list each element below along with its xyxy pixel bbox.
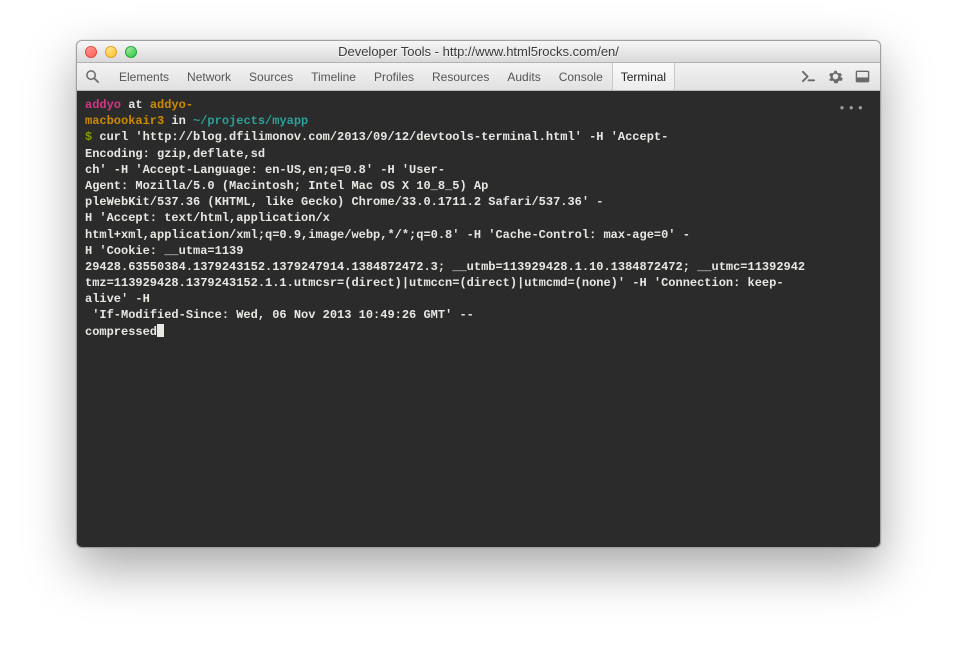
- tab-resources[interactable]: Resources: [423, 63, 498, 90]
- prompt-line-1: addyo at addyo-: [85, 97, 872, 113]
- tab-sources[interactable]: Sources: [240, 63, 302, 90]
- tab-network[interactable]: Network: [178, 63, 240, 90]
- tab-profiles[interactable]: Profiles: [365, 63, 423, 90]
- devtools-tabs: Elements Network Sources Timeline Profil…: [110, 63, 675, 90]
- titlebar[interactable]: Developer Tools - http://www.html5rocks.…: [77, 41, 880, 63]
- tab-timeline[interactable]: Timeline: [302, 63, 365, 90]
- close-button[interactable]: [85, 46, 97, 58]
- terminal-text: Agent: Mozilla/5.0 (Macintosh; Intel Mac…: [85, 178, 872, 194]
- overflow-menu-button[interactable]: •••: [838, 101, 866, 117]
- terminal-text: 'If-Modified-Since: Wed, 06 Nov 2013 10:…: [85, 307, 872, 323]
- search-button[interactable]: [77, 63, 110, 90]
- terminal-text: H 'Cookie: __utma=1139: [85, 243, 872, 259]
- prompt-line-2: macbookair3 in ~/projects/myapp: [85, 113, 872, 129]
- dock-button[interactable]: [855, 69, 870, 84]
- terminal-text: curl 'http://blog.dfilimonov.com/2013/09…: [99, 130, 668, 144]
- zoom-button[interactable]: [125, 46, 137, 58]
- terminal-panel[interactable]: ••• addyo at addyo- macbookair3 in ~/pro…: [77, 91, 880, 547]
- tab-elements[interactable]: Elements: [110, 63, 178, 90]
- window-title: Developer Tools - http://www.html5rocks.…: [77, 44, 880, 59]
- devtools-toolbar: Elements Network Sources Timeline Profil…: [77, 63, 880, 91]
- search-icon: [85, 69, 100, 84]
- tab-terminal[interactable]: Terminal: [612, 63, 675, 90]
- prompt-in: in: [164, 114, 193, 128]
- prompt-user: addyo: [85, 98, 121, 112]
- terminal-text: Encoding: gzip,deflate,sd: [85, 146, 872, 162]
- terminal-last-line: compressed: [85, 324, 872, 340]
- terminal-text: ch' -H 'Accept-Language: en-US,en;q=0.8'…: [85, 162, 872, 178]
- cursor-icon: [157, 324, 164, 337]
- prompt-symbol: $: [85, 130, 99, 144]
- show-console-button[interactable]: [801, 69, 816, 84]
- prompt-host2: macbookair3: [85, 114, 164, 128]
- command-line-0: $ curl 'http://blog.dfilimonov.com/2013/…: [85, 129, 872, 145]
- terminal-text: alive' -H: [85, 291, 872, 307]
- settings-button[interactable]: [828, 69, 843, 84]
- prompt-path: ~/projects/myapp: [193, 114, 308, 128]
- tab-audits[interactable]: Audits: [498, 63, 549, 90]
- terminal-text: 29428.63550384.1379243152.1379247914.138…: [85, 259, 872, 275]
- terminal-text: html+xml,application/xml;q=0.9,image/web…: [85, 227, 872, 243]
- prompt-host: addyo-: [150, 98, 193, 112]
- terminal-text: pleWebKit/537.36 (KHTML, like Gecko) Chr…: [85, 194, 872, 210]
- tab-console[interactable]: Console: [550, 63, 612, 90]
- terminal-text: H 'Accept: text/html,application/x: [85, 210, 872, 226]
- terminal-text: compressed: [85, 325, 157, 339]
- terminal-text: tmz=113929428.1379243152.1.1.utmcsr=(dir…: [85, 275, 872, 291]
- devtools-window: Developer Tools - http://www.html5rocks.…: [76, 40, 881, 548]
- traffic-lights: [77, 46, 137, 58]
- prompt-at: at: [121, 98, 150, 112]
- minimize-button[interactable]: [105, 46, 117, 58]
- toolbar-right: [791, 63, 880, 90]
